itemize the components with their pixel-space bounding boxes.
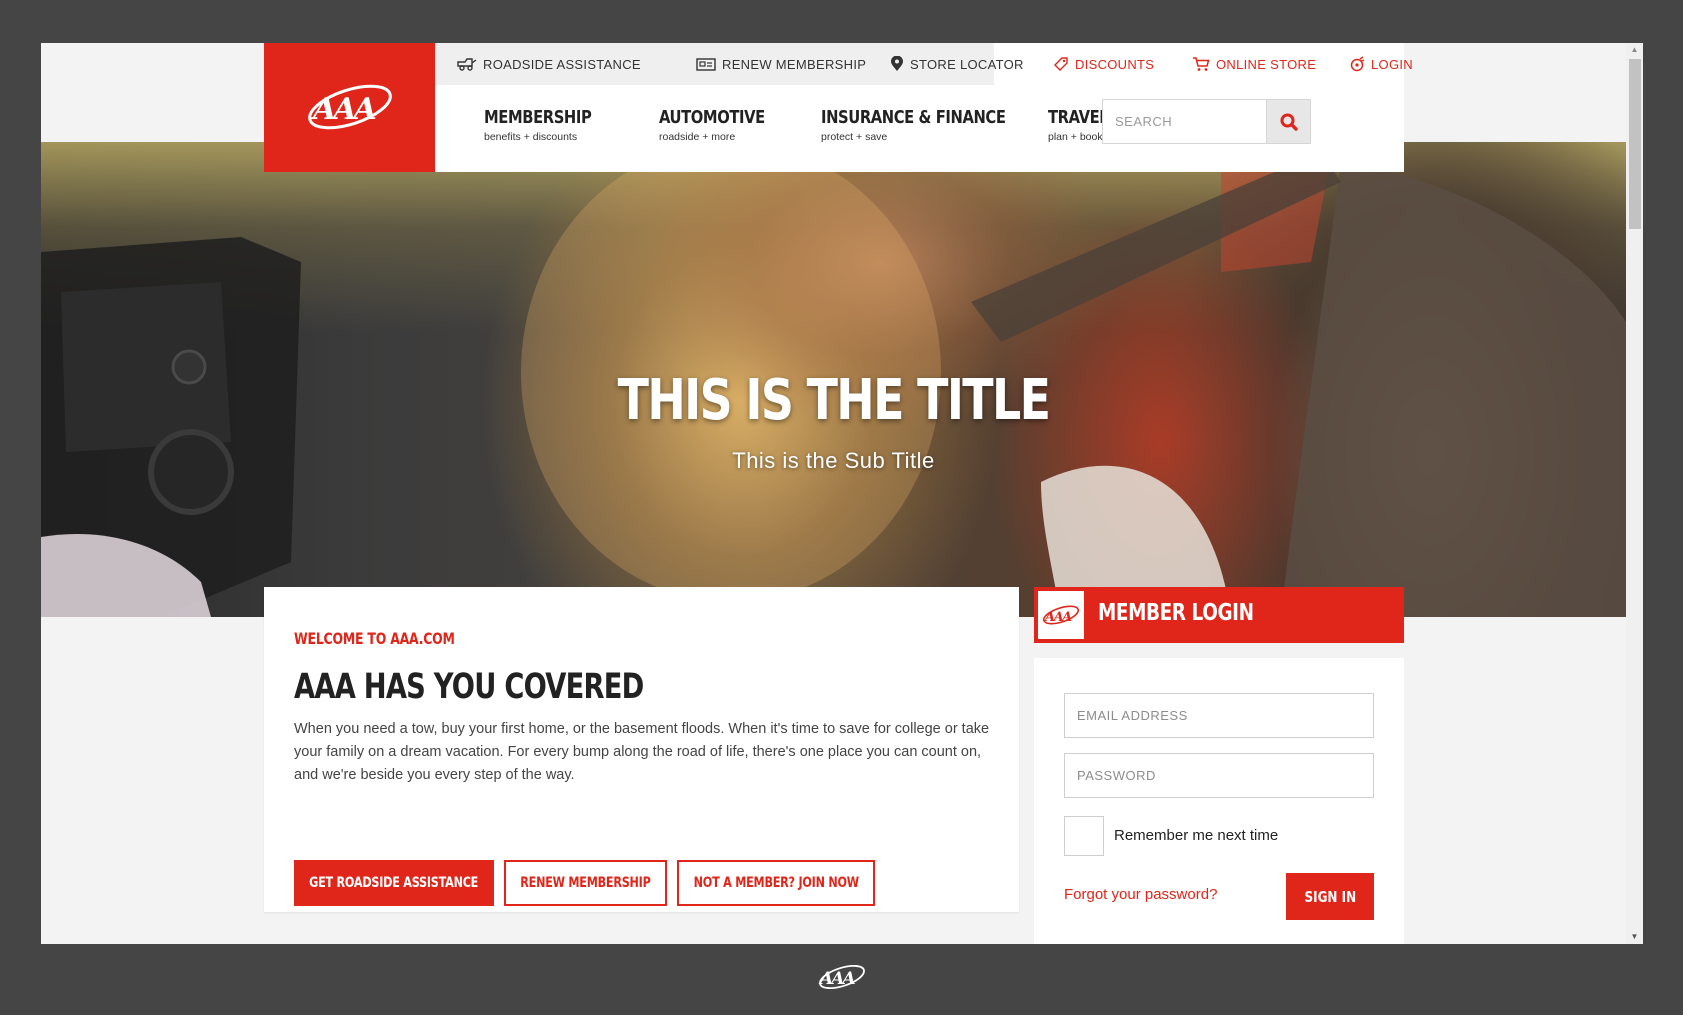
renew-membership-button[interactable]: RENEW MEMBERSHIP (504, 860, 667, 906)
aaa-footer-logo-icon: AAA (818, 964, 865, 990)
forgot-password-link[interactable]: Forgot your password? (1064, 886, 1217, 903)
login-label: LOGIN (1371, 56, 1413, 72)
discounts-link[interactable]: DISCOUNTS (1053, 43, 1154, 85)
search-icon (1280, 113, 1298, 131)
membership-card-icon (696, 58, 716, 71)
search-button[interactable] (1266, 99, 1311, 144)
remember-me-checkbox[interactable] (1064, 816, 1104, 856)
scroll-up-arrow-icon[interactable]: ▲ (1626, 43, 1643, 57)
nav-automotive-title: AUTOMOTIVE (659, 107, 765, 128)
renew-membership-label: RENEW MEMBERSHIP (722, 56, 867, 72)
vertical-scrollbar[interactable]: ▲ ▼ (1626, 43, 1643, 944)
welcome-body: When you need a tow, buy your first home… (294, 721, 990, 783)
nav-membership[interactable]: MEMBERSHIP benefits + discounts (484, 107, 615, 143)
scrollbar-thumb[interactable] (1629, 59, 1641, 229)
join-now-button[interactable]: NOT A MEMBER? JOIN NOW (677, 860, 875, 906)
svg-text:AAA: AAA (1043, 610, 1072, 625)
nav-membership-title: MEMBERSHIP (484, 107, 592, 128)
remember-me-label: Remember me next time (1114, 827, 1279, 844)
svg-text:AAA: AAA (310, 92, 376, 127)
member-login-title: MEMBER LOGIN (1098, 600, 1254, 626)
member-login-form: Remember me next time Forgot your passwo… (1034, 658, 1404, 944)
renew-membership-button-label: RENEW MEMBERSHIP (520, 875, 651, 891)
member-login-header: AAA MEMBER LOGIN (1034, 587, 1404, 643)
nav-insurance-finance-title: INSURANCE & FINANCE (821, 107, 1006, 128)
nav-automotive[interactable]: AUTOMOTIVE roadside + more (659, 107, 788, 143)
hero-banner: THIS IS THE TITLE This is the Sub Title (41, 142, 1626, 617)
welcome-eyebrow: WELCOME TO AAA.COM (294, 629, 455, 648)
svg-text:AAA: AAA (818, 969, 855, 989)
nav-insurance-finance[interactable]: INSURANCE & FINANCE protect + save (821, 107, 1046, 143)
renew-membership-link[interactable]: RENEW MEMBERSHIP (696, 43, 866, 85)
cart-icon (1193, 57, 1210, 71)
browser-viewport: THIS IS THE TITLE This is the Sub Title … (41, 43, 1643, 944)
store-locator-label: STORE LOCATOR (910, 56, 1024, 72)
nav-membership-sub: benefits + discounts (484, 131, 578, 143)
sign-in-button[interactable]: SIGN IN (1286, 873, 1374, 920)
aaa-logo-small-icon: AAA (1042, 605, 1080, 625)
nav-automotive-sub: roadside + more (659, 131, 736, 143)
sign-in-label: SIGN IN (1304, 887, 1356, 906)
tag-icon (1054, 57, 1068, 71)
hero-subtitle: This is the Sub Title (732, 448, 935, 473)
aaa-logo[interactable]: AAA (264, 43, 435, 172)
discounts-label: DISCOUNTS (1075, 56, 1155, 72)
get-roadside-assistance-label: GET ROADSIDE ASSISTANCE (309, 875, 479, 891)
tow-truck-icon (457, 58, 477, 71)
welcome-heading: AAA HAS YOU COVERED (294, 667, 644, 707)
aaa-logo-small: AAA (1038, 591, 1084, 639)
welcome-card: WELCOME TO AAA.COM AAA HAS YOU COVERED W… (264, 587, 1019, 912)
map-pin-icon (891, 56, 903, 71)
store-locator-link[interactable]: STORE LOCATOR (890, 43, 1024, 85)
nav-insurance-finance-sub: protect + save (821, 131, 888, 143)
nav-travel-title: TRAVEL (1048, 107, 1109, 128)
roadside-assistance-link[interactable]: ROADSIDE ASSISTANCE (457, 43, 641, 85)
login-link[interactable]: LOGIN (1349, 43, 1413, 85)
aaa-logo-icon: AAA (307, 84, 392, 129)
hero-title: THIS IS THE TITLE (617, 368, 1051, 433)
login-icon (1350, 56, 1365, 72)
scroll-down-arrow-icon[interactable]: ▼ (1626, 930, 1643, 944)
search-input[interactable] (1102, 99, 1266, 144)
roadside-assistance-label: ROADSIDE ASSISTANCE (483, 56, 641, 72)
site-header: AAA ROADSIDE ASSISTANCE RENEW MEMBERSHIP (264, 43, 1413, 172)
online-store-label: ONLINE STORE (1216, 56, 1317, 72)
password-field[interactable] (1064, 753, 1374, 798)
email-field[interactable] (1064, 693, 1374, 738)
join-now-label: NOT A MEMBER? JOIN NOW (693, 875, 859, 891)
get-roadside-assistance-button[interactable]: GET ROADSIDE ASSISTANCE (294, 860, 494, 906)
online-store-link[interactable]: ONLINE STORE (1192, 43, 1316, 85)
